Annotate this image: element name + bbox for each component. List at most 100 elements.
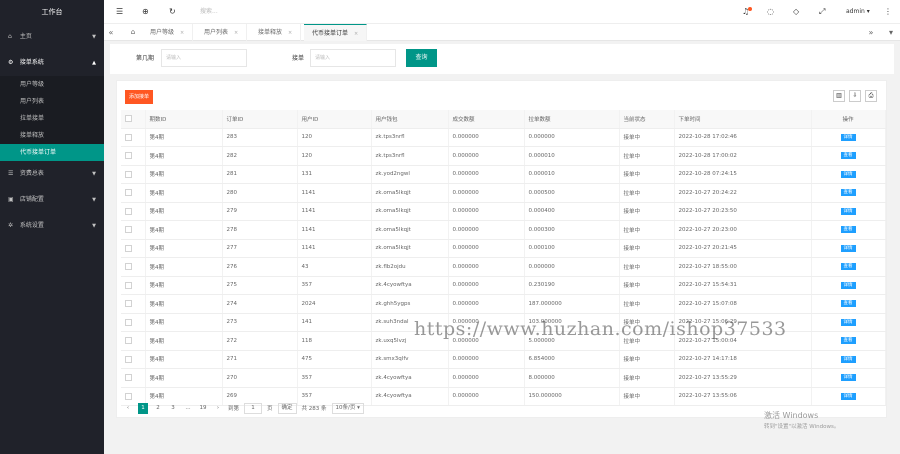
checkbox[interactable] <box>125 392 132 400</box>
row-action-button[interactable]: 查看 <box>840 189 856 197</box>
column-header[interactable]: 拉单数额 <box>524 110 620 129</box>
more-icon[interactable]: ⋮ <box>884 0 892 24</box>
row-select-cell[interactable] <box>121 257 146 277</box>
row-select-cell[interactable] <box>121 350 146 369</box>
tabs-scroll-right-icon[interactable]: » <box>864 24 878 41</box>
row-select-cell[interactable] <box>121 202 146 221</box>
checkbox[interactable] <box>125 337 132 345</box>
row-action-button[interactable]: 详情 <box>840 244 856 252</box>
row-action-button[interactable]: 详情 <box>840 207 856 215</box>
table-row[interactable]: 第4期 276 43 zk.flb2ojdu 0.000000 0.000000 拉单中 20… <box>121 257 886 277</box>
sidebar-item-home[interactable]: ⌂ 主页 ▼ <box>0 24 104 50</box>
submenu-item-release[interactable]: 接单释放 <box>0 127 104 144</box>
row-select-cell[interactable] <box>121 294 146 314</box>
table-row[interactable]: 第4期 278 1141 zk.oma5lkqjt 0.000000 0.000300 拉单… <box>121 220 886 240</box>
page-number[interactable]: 2 <box>153 403 163 414</box>
checkbox[interactable] <box>125 170 132 178</box>
row-select-cell[interactable] <box>121 165 146 184</box>
checkbox[interactable] <box>125 355 132 363</box>
sidebar-item-shop[interactable]: ▣ 店铺配置 ▼ <box>0 187 104 213</box>
checkbox[interactable] <box>125 189 132 197</box>
checkbox[interactable] <box>125 300 132 308</box>
fullscreen-icon[interactable]: ⤢ <box>819 0 825 24</box>
column-header[interactable]: 用户钱包 <box>371 110 449 129</box>
row-action-button[interactable]: 详情 <box>840 281 856 289</box>
submenu-item-token-orders[interactable]: 代币接单订单 <box>0 144 104 161</box>
order-input[interactable]: 请输入 <box>310 49 396 67</box>
table-row[interactable]: 第4期 275 357 zk.4cyowftya 0.000000 0.230190 接单中… <box>121 276 886 295</box>
tabs-menu-icon[interactable]: ▾ <box>884 24 898 41</box>
row-select-cell[interactable] <box>121 128 146 147</box>
tab-user-level[interactable]: 用户等级 × <box>142 24 194 41</box>
checkbox[interactable] <box>125 263 132 271</box>
user-menu[interactable]: admin ▾ <box>846 0 870 24</box>
column-header[interactable]: 下单时间 <box>674 110 812 129</box>
row-select-cell[interactable] <box>121 183 146 203</box>
next-page-icon[interactable]: › <box>213 403 223 414</box>
row-select-cell[interactable] <box>121 220 146 240</box>
page-number[interactable]: 3 <box>168 403 178 414</box>
row-action-button[interactable]: 查看 <box>840 263 856 271</box>
export-icon[interactable]: ⇩ <box>849 90 861 102</box>
tab-user-list[interactable]: 用户列表 × <box>196 24 248 41</box>
select-all-cell[interactable] <box>121 110 146 129</box>
header-search[interactable]: 搜索... <box>200 0 218 24</box>
table-row[interactable]: 第4期 281 131 zk.yod2ngwl 0.000000 0.000010 接单中 2… <box>121 165 886 184</box>
row-action-button[interactable]: 详情 <box>840 374 856 382</box>
globe-icon[interactable]: ⊕ <box>142 0 149 24</box>
checkbox[interactable] <box>125 374 132 382</box>
row-select-cell[interactable] <box>121 368 146 388</box>
row-select-cell[interactable] <box>121 276 146 295</box>
table-row[interactable]: 第4期 277 1141 zk.oma5lkqjt 0.000000 0.000100 接单… <box>121 239 886 258</box>
tag-icon[interactable]: ◇ <box>793 0 799 24</box>
column-header[interactable]: 操作 <box>811 110 886 129</box>
print-icon[interactable]: ⎙ <box>865 90 877 102</box>
period-input[interactable]: 请输入 <box>161 49 247 67</box>
row-action-button[interactable]: 详情 <box>840 170 856 178</box>
prev-page-icon[interactable]: ‹ <box>123 403 133 414</box>
sidebar-item-order-system[interactable]: ⚙ 接单系统 ▲ <box>0 50 104 76</box>
checkbox[interactable] <box>125 281 132 289</box>
submenu-item-user-level[interactable]: 用户等级 <box>0 76 104 93</box>
row-action-button[interactable]: 查看 <box>840 337 856 345</box>
table-row[interactable]: 第4期 283 120 zk.tps3nrfl 0.000000 0.000000 接单中 2… <box>121 128 886 147</box>
table-row[interactable]: 第4期 279 1141 zk.oma5lkqjt 0.000000 0.000400 接单… <box>121 202 886 221</box>
page-number[interactable]: 1 <box>138 402 148 414</box>
close-icon[interactable]: × <box>234 30 238 36</box>
checkbox[interactable] <box>125 115 132 123</box>
row-action-button[interactable]: 详情 <box>840 133 856 141</box>
checkbox[interactable] <box>125 318 132 326</box>
tabs-scroll-left-icon[interactable]: « <box>104 24 118 41</box>
column-header[interactable]: 用户ID <box>297 110 372 129</box>
columns-filter-icon[interactable]: ▥ <box>833 90 845 102</box>
page-number[interactable]: 19 <box>198 403 208 414</box>
table-row[interactable]: 第4期 282 120 zk.tps3nrfl 0.000000 0.000010 拉单中 2… <box>121 146 886 166</box>
column-header[interactable]: 当前状态 <box>619 110 675 129</box>
close-icon[interactable]: × <box>354 31 358 37</box>
row-action-button[interactable]: 查看 <box>840 300 856 308</box>
refresh-icon[interactable]: ↻ <box>169 0 176 24</box>
goto-page-input[interactable]: 1 <box>244 402 263 414</box>
row-action-button[interactable]: 查看 <box>840 226 856 234</box>
add-order-button[interactable]: 添加接单 <box>125 90 154 104</box>
sidebar-item-settings[interactable]: ✲ 系统设置 ▼ <box>0 213 104 239</box>
row-select-cell[interactable] <box>121 313 146 332</box>
page-size-select[interactable]: 10条/页 ▾ <box>331 402 364 414</box>
column-header[interactable]: 期数ID <box>145 110 223 129</box>
row-action-button[interactable]: 详情 <box>840 355 856 363</box>
checkbox[interactable] <box>125 244 132 252</box>
tab-token-orders[interactable]: 代币接单订单 × <box>304 24 368 41</box>
search-button[interactable]: 查询 <box>406 49 437 67</box>
table-row[interactable]: 第4期 271 475 zk.smx3qlfv 0.000000 6.854000 接单中 2… <box>121 350 886 369</box>
checkbox[interactable] <box>125 133 132 141</box>
row-select-cell[interactable] <box>121 239 146 258</box>
close-icon[interactable]: × <box>180 30 184 36</box>
checkbox[interactable] <box>125 207 132 215</box>
column-header[interactable]: 订单ID <box>222 110 298 129</box>
checkbox[interactable] <box>125 226 132 234</box>
checkbox[interactable] <box>125 152 132 160</box>
row-action-button[interactable]: 详情 <box>840 318 856 326</box>
column-header[interactable]: 成交数额 <box>448 110 525 129</box>
home-tab-icon[interactable]: ⌂ <box>126 24 140 41</box>
sidebar-item-fees[interactable]: ☰ 资费总表 ▼ <box>0 161 104 187</box>
